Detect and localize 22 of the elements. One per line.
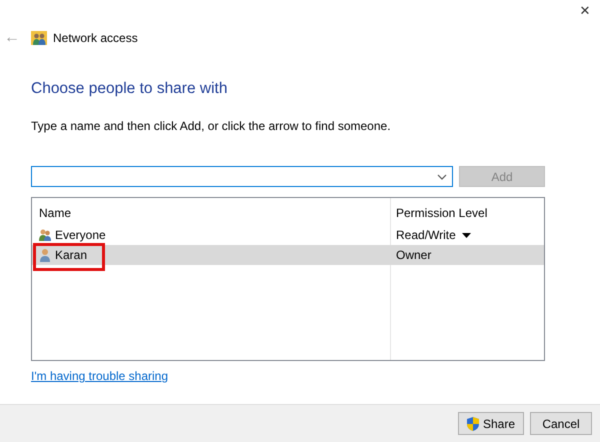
instruction-text: Type a name and then click Add, or click the arrow to find someone. (31, 118, 392, 136)
person-row[interactable]: Karan Owner (32, 245, 544, 266)
network-people-icon (31, 30, 47, 46)
trouble-sharing-link[interactable]: I'm having trouble sharing (31, 367, 168, 386)
name-combo-field[interactable] (31, 166, 453, 188)
page-heading: Choose people to share with (31, 79, 228, 99)
person-icon (38, 248, 52, 262)
share-button[interactable]: Share (458, 412, 524, 435)
column-header: Name (38, 205, 72, 222)
person-name: Everyone (55, 227, 106, 244)
permission-level: Owner (396, 247, 432, 264)
cancel-button[interactable]: Cancel (530, 412, 592, 435)
close-button[interactable]: ✕ (570, 0, 600, 20)
people-icon (38, 228, 52, 242)
permission-level: Read/Write (396, 227, 456, 244)
window-title: Network access (53, 30, 138, 47)
shield-icon (466, 416, 479, 430)
person-name: Karan (55, 247, 88, 264)
person-row[interactable]: Everyone Read/Write (32, 225, 544, 246)
column-header: Permission Level (395, 205, 488, 222)
dropdown-arrow-icon[interactable] (462, 232, 471, 238)
dropdown-caret-icon (437, 174, 447, 180)
